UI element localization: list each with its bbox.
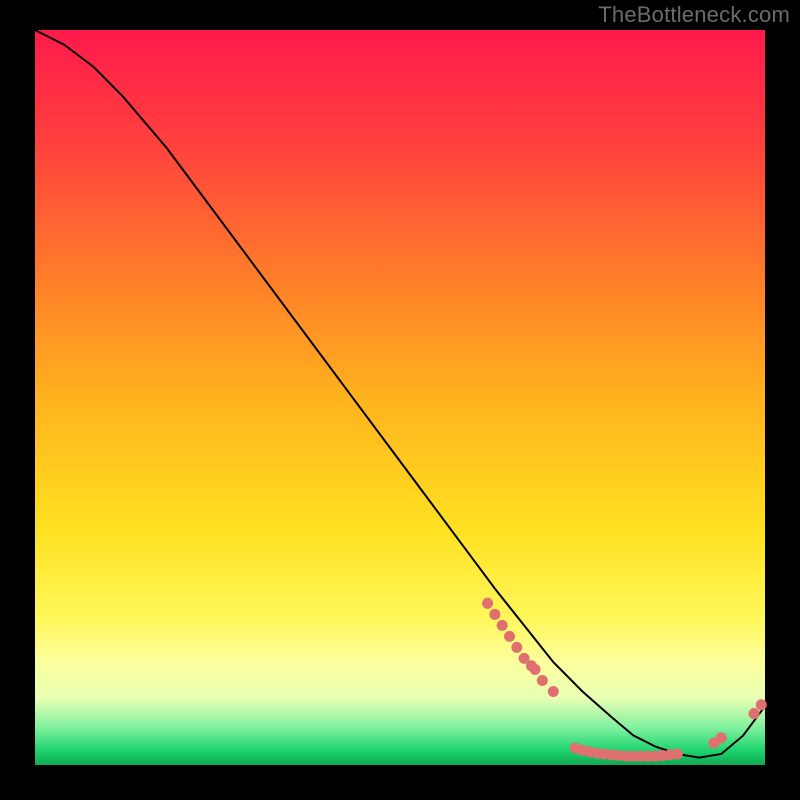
data-point <box>482 598 493 609</box>
data-point <box>511 642 522 653</box>
bottleneck-curve <box>35 30 765 758</box>
data-point <box>497 620 508 631</box>
chart-overlay <box>35 30 765 765</box>
data-point <box>489 609 500 620</box>
data-point <box>504 631 515 642</box>
data-point <box>672 748 683 759</box>
data-points <box>482 598 767 762</box>
data-point <box>756 699 767 710</box>
data-point <box>537 675 548 686</box>
data-point <box>530 664 541 675</box>
plot-area <box>35 30 765 765</box>
data-point <box>548 686 559 697</box>
watermark-text: TheBottleneck.com <box>598 2 790 28</box>
data-point <box>716 732 727 743</box>
chart-stage: TheBottleneck.com <box>0 0 800 800</box>
data-point <box>749 708 760 719</box>
